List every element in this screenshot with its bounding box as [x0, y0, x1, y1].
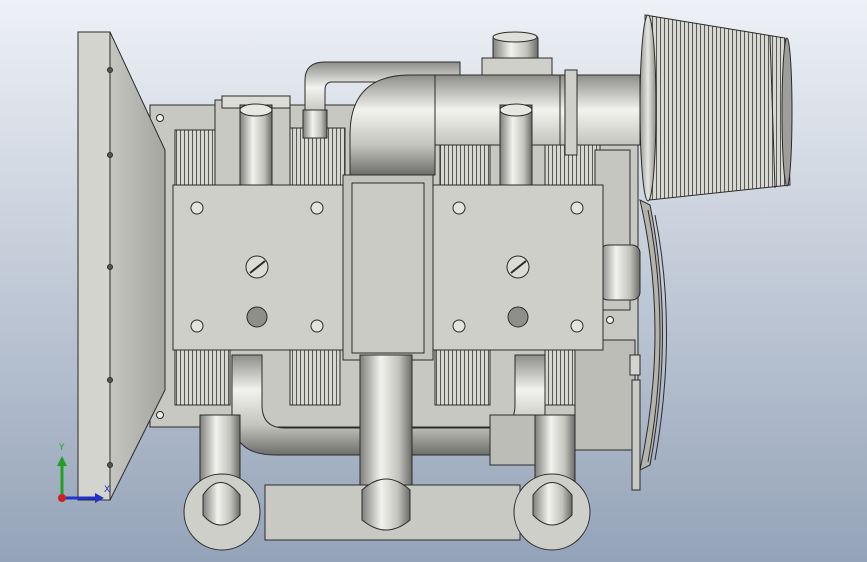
engine-model-drawing — [0, 0, 867, 562]
triad-z-axis — [58, 494, 66, 502]
cylinder-head-right — [432, 184, 604, 351]
center-block — [342, 174, 434, 361]
triad-y-label: Y — [59, 443, 65, 453]
cylinder-head-left — [172, 184, 344, 351]
triad-x-label: X — [104, 485, 111, 495]
3d-model-viewport[interactable]: Y X — [0, 0, 867, 562]
air-filter — [639, 14, 793, 202]
